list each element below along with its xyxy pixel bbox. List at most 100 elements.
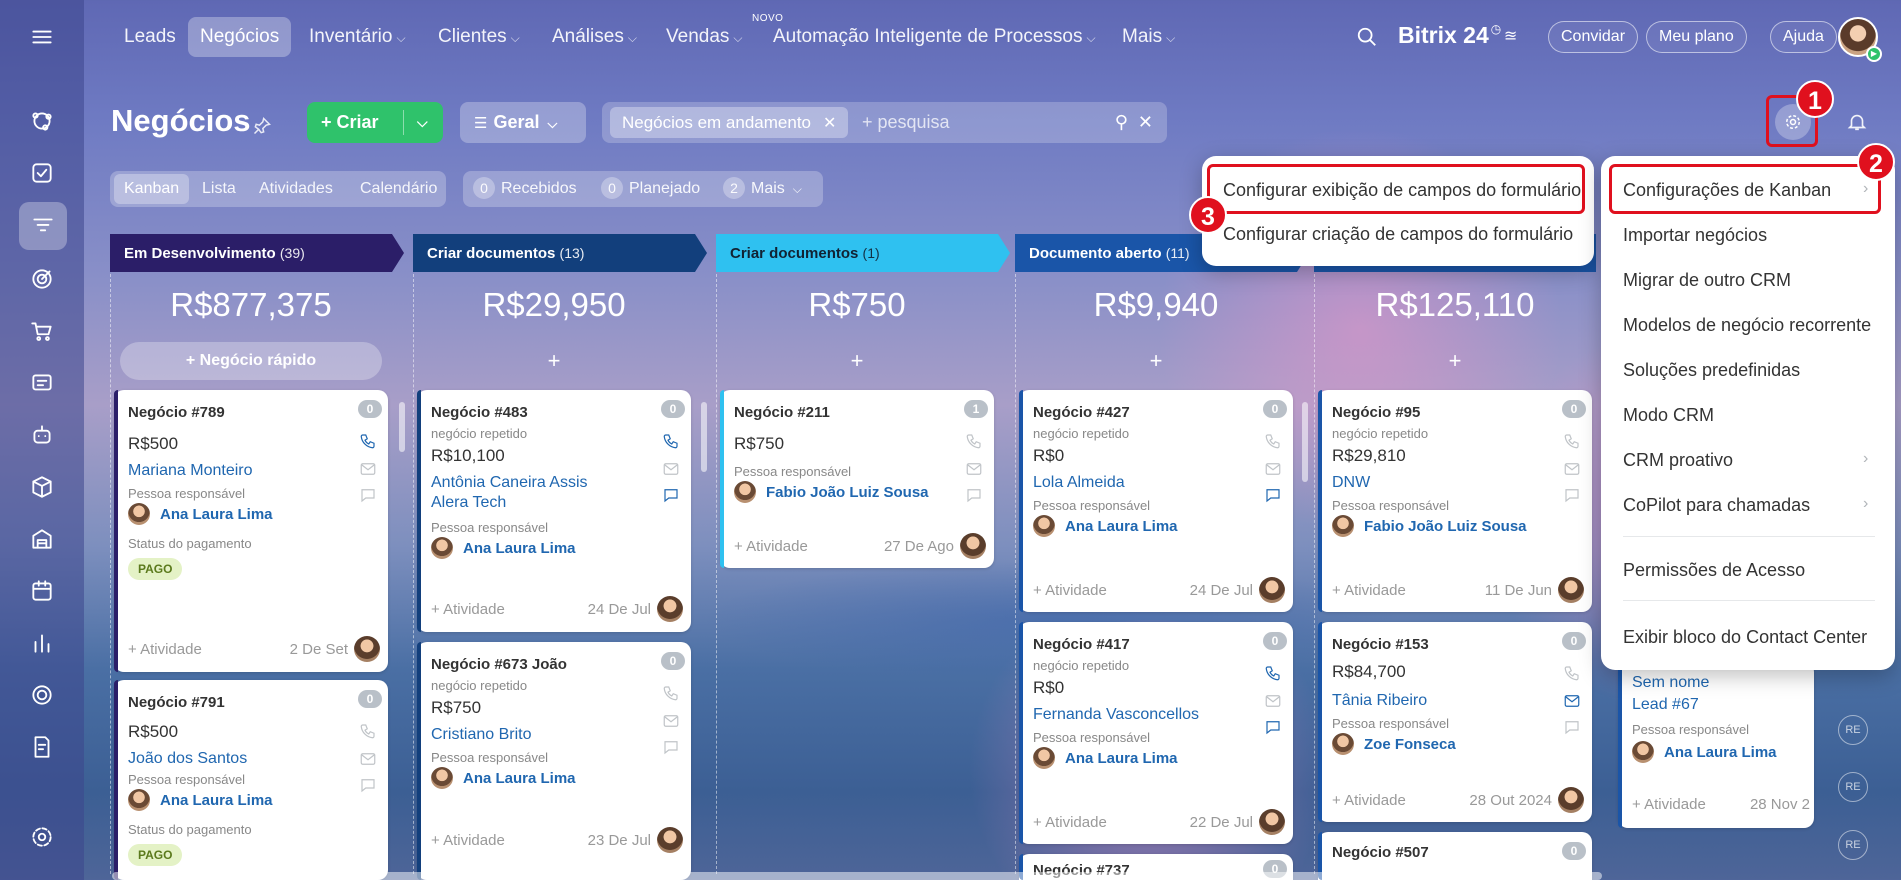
menu-item-recurring-templates[interactable]: Modelos de negócio recorrente bbox=[1623, 315, 1871, 336]
settings-gear-icon[interactable] bbox=[25, 820, 59, 854]
sites-icon[interactable] bbox=[25, 104, 59, 138]
column-header[interactable]: Em Desenvolvimento (39) bbox=[110, 234, 404, 272]
phone-icon[interactable] bbox=[358, 432, 378, 450]
notifications-bell-icon[interactable] bbox=[1839, 104, 1875, 140]
pin-icon[interactable] bbox=[252, 116, 272, 136]
add-activity-link[interactable]: + Atividade bbox=[431, 601, 505, 618]
menu-item-contact-center-block[interactable]: Exibir bloco do Contact Center bbox=[1623, 627, 1867, 648]
add-activity-link[interactable]: + Atividade bbox=[431, 832, 505, 849]
deal-card[interactable]: Negócio #791 0 R$500 João dos Santos Pes… bbox=[114, 680, 388, 880]
quick-deal-button[interactable]: + Negócio rápido bbox=[120, 342, 382, 380]
warehouse-icon[interactable] bbox=[25, 522, 59, 556]
deal-card[interactable]: Negócio #417 0 negócio repetido R$0 Fern… bbox=[1019, 622, 1293, 844]
email-icon[interactable] bbox=[661, 712, 681, 730]
deal-title[interactable]: Negócio #789 bbox=[128, 404, 225, 421]
contact-link[interactable]: João dos Santos bbox=[128, 750, 247, 768]
robot-icon[interactable] bbox=[25, 418, 59, 452]
add-deal-button[interactable]: + bbox=[423, 342, 685, 380]
nav-analytics[interactable]: Análises ⌵ bbox=[540, 17, 649, 57]
nav-deals[interactable]: Negócios bbox=[188, 17, 292, 57]
counter-received[interactable]: 0 Recebidos bbox=[473, 171, 577, 207]
chat-icon[interactable] bbox=[964, 486, 984, 504]
contact-link[interactable]: Fernanda Vasconcellos bbox=[1033, 706, 1199, 724]
chat-icon[interactable] bbox=[1263, 486, 1283, 504]
chat-icon[interactable] bbox=[661, 738, 681, 756]
phone-icon[interactable] bbox=[1263, 664, 1283, 682]
chevron-down-icon[interactable]: ⌵ bbox=[417, 102, 428, 143]
add-activity-link[interactable]: + Atividade bbox=[1332, 792, 1406, 809]
email-icon[interactable] bbox=[358, 750, 378, 768]
email-icon[interactable] bbox=[1263, 460, 1283, 478]
deal-title[interactable]: Negócio #417 bbox=[1033, 636, 1130, 653]
email-icon[interactable] bbox=[964, 460, 984, 478]
help-button[interactable]: Ajuda bbox=[1770, 21, 1837, 53]
category-selector[interactable]: ☰ Geral ⌵ bbox=[460, 102, 586, 143]
nav-clients[interactable]: Clientes ⌵ bbox=[426, 17, 532, 57]
deal-title[interactable]: Negócio #427 bbox=[1033, 404, 1130, 421]
lead-link[interactable]: Lead #67 bbox=[1632, 696, 1699, 714]
invite-button[interactable]: Convidar bbox=[1548, 21, 1639, 53]
add-activity-link[interactable]: + Atividade bbox=[1033, 582, 1107, 599]
add-deal-button[interactable]: + bbox=[1025, 342, 1287, 380]
add-activity-link[interactable]: + Atividade bbox=[1632, 796, 1706, 813]
contact-link[interactable]: Mariana Monteiro bbox=[128, 462, 253, 480]
search-icon[interactable] bbox=[1356, 26, 1378, 48]
contact-link[interactable]: Sem nome bbox=[1632, 674, 1709, 692]
add-activity-link[interactable]: + Atividade bbox=[128, 641, 202, 658]
column-scrollbar[interactable] bbox=[399, 402, 405, 452]
phone-icon[interactable] bbox=[1263, 432, 1283, 450]
counter-planned[interactable]: 0 Planejado bbox=[601, 171, 700, 207]
chat-icon[interactable] bbox=[661, 486, 681, 504]
counter-more[interactable]: 2 Mais ⌵ bbox=[723, 171, 802, 207]
menu-item-predefined-solutions[interactable]: Soluções predefinidas bbox=[1623, 360, 1800, 381]
filter-chip[interactable]: Negócios em andamento ✕ bbox=[610, 107, 849, 138]
add-deal-button[interactable]: + bbox=[726, 342, 988, 380]
chat-icon[interactable] bbox=[1562, 718, 1582, 736]
deal-title[interactable]: Negócio #153 bbox=[1332, 636, 1429, 653]
shop-cart-icon[interactable] bbox=[25, 314, 59, 348]
crm-funnel-icon[interactable] bbox=[19, 202, 67, 250]
responsible-user[interactable]: Fabio João Luiz Sousa bbox=[1332, 514, 1527, 538]
marketplace-icon[interactable] bbox=[25, 678, 59, 712]
deal-title[interactable]: Negócio #95 bbox=[1332, 404, 1420, 421]
tab-activities[interactable]: Atividades bbox=[249, 174, 343, 204]
nav-automation[interactable]: Automação Inteligente de Processos ⌵ bbox=[761, 17, 1108, 57]
nav-inventory[interactable]: Inventário ⌵ bbox=[297, 17, 418, 57]
phone-icon[interactable] bbox=[1562, 432, 1582, 450]
phone-icon[interactable] bbox=[964, 432, 984, 450]
deal-title[interactable]: Negócio #791 bbox=[128, 694, 225, 711]
email-icon[interactable] bbox=[1562, 692, 1582, 710]
responsible-user[interactable]: Ana Laura Lima bbox=[1033, 746, 1178, 770]
add-activity-link[interactable]: + Atividade bbox=[1332, 582, 1406, 599]
documents-sign-icon[interactable] bbox=[25, 730, 59, 764]
search-input[interactable]: + pesquisa bbox=[862, 102, 950, 143]
deal-card[interactable]: Negócio #153 0 R$84,700 Tânia Ribeiro Pe… bbox=[1318, 622, 1592, 822]
my-plan-button[interactable]: Meu plano bbox=[1646, 21, 1747, 53]
email-icon[interactable] bbox=[661, 460, 681, 478]
company-link[interactable]: Alera Tech bbox=[431, 494, 506, 512]
search-icon[interactable]: ⚲ bbox=[1115, 112, 1128, 132]
menu-hamburger-icon[interactable] bbox=[25, 20, 59, 54]
deal-card[interactable]: Negócio #483 0 negócio repetido R$10,100… bbox=[417, 390, 691, 632]
horizontal-scrollbar[interactable] bbox=[112, 872, 1602, 880]
deal-title[interactable]: Negócio #483 bbox=[431, 404, 528, 421]
phone-icon[interactable] bbox=[661, 684, 681, 702]
chat-icon[interactable] bbox=[358, 486, 378, 504]
phone-icon[interactable] bbox=[1562, 664, 1582, 682]
deal-card[interactable]: Sem nome Lead #67 Pessoa responsável Ana… bbox=[1618, 662, 1814, 828]
tab-list[interactable]: Lista bbox=[192, 174, 246, 204]
deal-title[interactable]: Negócio #507 bbox=[1332, 844, 1429, 861]
chat-icon[interactable] bbox=[358, 776, 378, 794]
add-activity-link[interactable]: + Atividade bbox=[734, 538, 808, 555]
responsible-user[interactable]: Ana Laura Lima bbox=[1033, 514, 1178, 538]
deal-card[interactable]: Negócio #427 0 negócio repetido R$0 Lola… bbox=[1019, 390, 1293, 612]
menu-item-configure-creation-fields[interactable]: Configurar criação de campos do formulár… bbox=[1223, 224, 1573, 245]
menu-item-proactive-crm[interactable]: CRM proativo › bbox=[1623, 450, 1868, 471]
column-header[interactable]: Criar documentos (13) bbox=[413, 234, 707, 272]
clear-icon[interactable]: ✕ bbox=[1138, 112, 1153, 132]
menu-item-crm-mode[interactable]: Modo CRM bbox=[1623, 405, 1714, 426]
contact-link[interactable]: Antônia Caneira Assis bbox=[431, 474, 588, 492]
menu-item-import-deals[interactable]: Importar negócios bbox=[1623, 225, 1767, 246]
add-activity-link[interactable]: + Atividade bbox=[1033, 814, 1107, 831]
analytics-bars-icon[interactable] bbox=[25, 626, 59, 660]
